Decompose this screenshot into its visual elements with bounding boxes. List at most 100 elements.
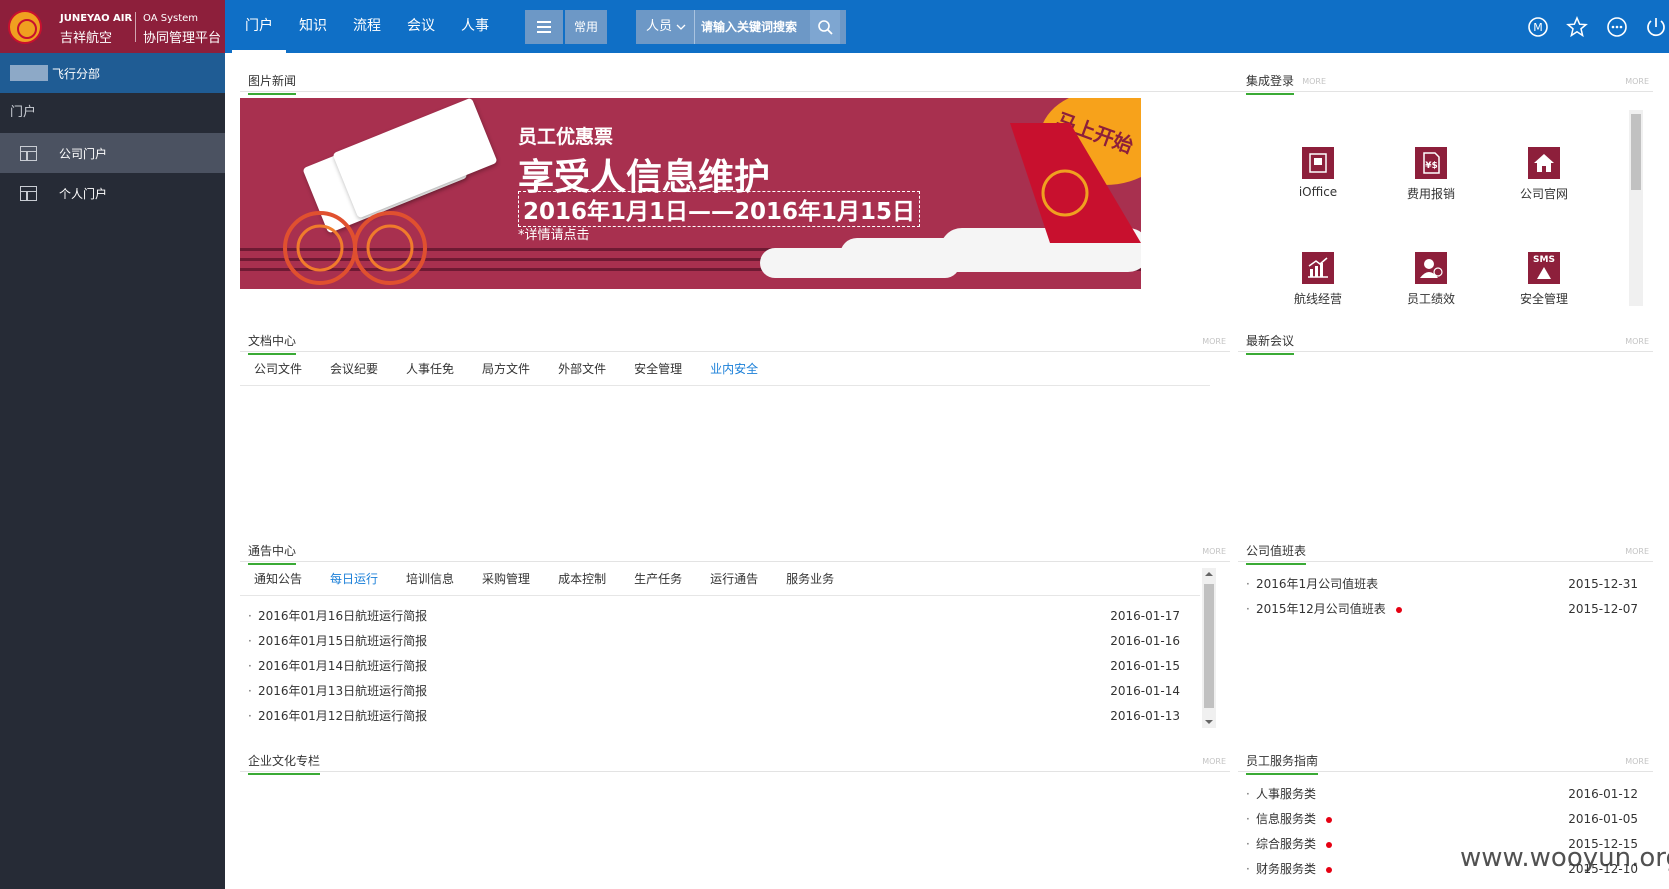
list-item-date: 2016-01-12	[1568, 787, 1638, 801]
airplane-tail-icon	[1010, 123, 1141, 243]
sidebar-item-company-portal[interactable]: 公司门户	[0, 133, 225, 173]
tab-procurement[interactable]: 采购管理	[482, 562, 530, 596]
list-item[interactable]: · 2016年1月公司值班表 2015-12-31	[1242, 572, 1638, 597]
app-website[interactable]: 公司官网	[1504, 147, 1584, 202]
nav-workflow[interactable]: 流程	[340, 0, 394, 53]
news-banner[interactable]: 马上开始了 员工优惠票 享受人信息维护 2016年1月1日——2016年1月15…	[240, 98, 1141, 289]
list-item-date: 2015-12-07	[1568, 602, 1638, 616]
tab-ops-notices[interactable]: 运行通告	[710, 562, 758, 596]
tab-appointments[interactable]: 人事任免	[406, 352, 454, 386]
list-item[interactable]: · 信息服务类 2016-01-05	[1242, 807, 1638, 832]
more-icon[interactable]	[1606, 16, 1628, 38]
app-label: iOffice	[1298, 185, 1338, 199]
list-item-date: 2016-01-17	[1110, 609, 1180, 623]
star-icon[interactable]	[1566, 16, 1588, 38]
search-button[interactable]	[810, 10, 841, 44]
list-item[interactable]: · 2016年01月13日航班运行简报 2016-01-14	[244, 679, 1180, 704]
app-safety[interactable]: SMS 安全管理	[1504, 252, 1584, 307]
app-grid-scrollbar[interactable]	[1629, 110, 1643, 306]
scroll-up-icon[interactable]	[1202, 568, 1216, 580]
home-icon	[1528, 147, 1560, 179]
more-link[interactable]: MORE	[1625, 757, 1649, 766]
brand-logo[interactable]: JUNEYAO AIR 吉祥航空 OA System 协同管理平台	[0, 0, 225, 53]
m-badge-icon[interactable]: M	[1527, 16, 1549, 38]
list-item-title[interactable]: 财务服务类	[1256, 862, 1316, 876]
system-name-cn: 协同管理平台	[143, 31, 222, 46]
tab-meeting-minutes[interactable]: 会议纪要	[330, 352, 378, 386]
list-item[interactable]: · 2016年01月15日航班运行简报 2016-01-16	[244, 629, 1180, 654]
panel-title: 通告中心	[248, 542, 297, 565]
tab-company-files[interactable]: 公司文件	[254, 352, 302, 386]
panel-title: 企业文化专栏	[248, 752, 321, 775]
picture-news-panel: 图片新闻 MORE	[240, 64, 1330, 95]
tab-industry-safety[interactable]: 业内安全	[710, 352, 758, 386]
panel-title: 文档中心	[248, 332, 297, 355]
notice-list-scrollbar[interactable]	[1202, 568, 1216, 728]
tab-external-files[interactable]: 外部文件	[558, 352, 606, 386]
nav-portal[interactable]: 门户	[232, 0, 286, 53]
list-item-title[interactable]: 2016年01月14日航班运行简报	[258, 654, 427, 679]
banner-line-4: *详情请点击	[518, 228, 590, 243]
duty-list: · 2016年1月公司值班表 2015-12-31 · 2015年12月公司值班表 20…	[1238, 562, 1638, 622]
app-performance[interactable]: 员工绩效	[1391, 252, 1471, 307]
list-item-title[interactable]: 2016年01月16日航班运行简报	[258, 604, 427, 629]
tab-bureau-files[interactable]: 局方文件	[482, 352, 530, 386]
more-link[interactable]: MORE	[1202, 337, 1226, 346]
search-category-select[interactable]: 人员	[636, 10, 696, 44]
list-item-title[interactable]: 2016年01月12日航班运行简报	[258, 704, 427, 729]
sidebar-item-personal-portal[interactable]: 个人门户	[0, 173, 225, 213]
nav-hr[interactable]: 人事	[448, 0, 502, 53]
app-route-ops[interactable]: 航线经营	[1278, 252, 1358, 307]
list-item-title[interactable]: 2016年01月13日航班运行简报	[258, 679, 427, 704]
list-item[interactable]: · 2016年01月12日航班运行简报 2016-01-13	[244, 704, 1180, 729]
user-icon	[1415, 252, 1447, 284]
list-item-date: 2016-01-16	[1110, 634, 1180, 648]
doc-center-panel: 文档中心 MORE 公司文件 会议纪要 人事任免 局方文件 外部文件 安全管理 业…	[240, 324, 1230, 386]
scroll-down-icon[interactable]	[1202, 716, 1216, 728]
tab-service[interactable]: 服务业务	[786, 562, 834, 596]
search-box: 人员	[636, 10, 846, 44]
portal-layout-icon	[20, 185, 37, 201]
duty-roster-panel: 公司值班表 MORE · 2016年1月公司值班表 2015-12-31 · 2015年…	[1238, 534, 1653, 622]
more-link[interactable]: MORE	[1202, 757, 1226, 766]
list-item[interactable]: · 2016年01月16日航班运行简报 2016-01-17	[244, 604, 1180, 629]
app-ioffice[interactable]: iOffice	[1278, 147, 1358, 199]
list-item[interactable]: · 人事服务类 2016-01-12	[1242, 782, 1638, 807]
banner-line-3: 2016年1月1日——2016年1月15日	[518, 191, 921, 227]
tab-training[interactable]: 培训信息	[406, 562, 454, 596]
list-item-title[interactable]: 2016年1月公司值班表	[1256, 577, 1378, 591]
brand-divider	[135, 12, 136, 42]
invoice-icon: ¥$	[1415, 147, 1447, 179]
app-expense[interactable]: ¥$ 费用报销	[1391, 147, 1471, 202]
brand-name-en: JUNEYAO AIR	[60, 13, 133, 24]
more-link[interactable]: MORE	[1625, 547, 1649, 556]
hamburger-menu-button[interactable]	[525, 10, 563, 44]
power-icon[interactable]	[1645, 16, 1667, 38]
more-link[interactable]: MORE	[1625, 77, 1649, 86]
more-link[interactable]: MORE	[1625, 337, 1649, 346]
list-item-title[interactable]: 综合服务类	[1256, 837, 1316, 851]
nav-meeting[interactable]: 会议	[394, 0, 448, 53]
notice-tabs: 通知公告 每日运行 培训信息 采购管理 成本控制 生产任务 运行通告 服务业务	[240, 562, 1200, 596]
notice-list: · 2016年01月16日航班运行简报 2016-01-17 · 2016年01月15…	[240, 596, 1180, 729]
list-item[interactable]: · 2015年12月公司值班表 2015-12-07	[1242, 597, 1638, 622]
list-item-title[interactable]: 2016年01月15日航班运行简报	[258, 629, 427, 654]
tab-cost-control[interactable]: 成本控制	[558, 562, 606, 596]
common-button[interactable]: 常用	[565, 10, 607, 44]
tab-daily-operations[interactable]: 每日运行	[330, 562, 378, 596]
list-item[interactable]: · 2016年01月14日航班运行简报 2016-01-15	[244, 654, 1180, 679]
list-item-title[interactable]: 2015年12月公司值班表	[1256, 602, 1386, 616]
hamburger-icon	[537, 21, 551, 23]
culture-column-panel: 企业文化专栏 MORE	[240, 744, 1230, 775]
more-link[interactable]: MORE	[1202, 547, 1226, 556]
banner-line-1: 员工优惠票	[518, 126, 614, 148]
tab-safety-management[interactable]: 安全管理	[634, 352, 682, 386]
search-input[interactable]	[695, 20, 811, 34]
tab-announcements[interactable]: 通知公告	[254, 562, 302, 596]
list-item-title[interactable]: 人事服务类	[1256, 787, 1316, 801]
tab-production[interactable]: 生产任务	[634, 562, 682, 596]
list-item-title[interactable]: 信息服务类	[1256, 812, 1316, 826]
chart-up-icon	[1302, 252, 1334, 284]
department-selector[interactable]: 飞行分部	[0, 53, 225, 93]
nav-knowledge[interactable]: 知识	[286, 0, 340, 53]
